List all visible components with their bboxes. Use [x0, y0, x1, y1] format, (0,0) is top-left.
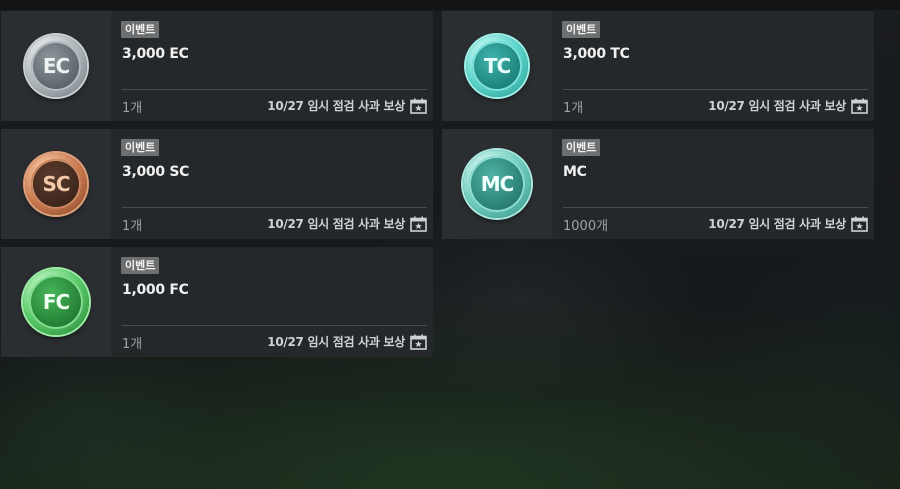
item-source: 10/27 임시 점검 사과 보상 [267, 217, 405, 231]
item-name: 3,000 EC [122, 46, 189, 62]
calendar-star-icon[interactable] [851, 98, 868, 114]
event-tag: 이벤트 [562, 139, 601, 156]
item-name: 3,000 SC [122, 164, 190, 180]
reward-item-ec[interactable]: EC 이벤트 3,000 EC 1개 10/27 임시 점검 사과 보상 [1, 11, 433, 121]
coin-label: EC [42, 54, 70, 78]
item-source: 10/27 임시 점검 사과 보상 [708, 99, 846, 113]
divider [563, 89, 868, 90]
divider [122, 207, 427, 208]
divider [122, 325, 427, 326]
calendar-star-icon[interactable] [851, 216, 868, 232]
sc-coin-icon: SC [25, 153, 87, 215]
event-tag: 이벤트 [121, 21, 160, 38]
event-tag: 이벤트 [121, 139, 160, 156]
calendar-star-icon[interactable] [410, 334, 427, 350]
item-quantity: 1000개 [563, 219, 609, 234]
reward-item-fc[interactable]: FC 이벤트 1,000 FC 1개 10/27 임시 점검 사과 보상 [1, 247, 433, 357]
event-tag: 이벤트 [121, 257, 160, 274]
item-thumbnail: TC [442, 11, 552, 121]
tc-coin-icon: TC [466, 35, 528, 97]
reward-item-sc[interactable]: SC 이벤트 3,000 SC 1개 10/27 임시 점검 사과 보상 [1, 129, 433, 239]
item-name: 3,000 TC [563, 46, 630, 62]
coin-label: FC [42, 290, 70, 314]
calendar-star-icon[interactable] [410, 216, 427, 232]
item-source: 10/27 임시 점검 사과 보상 [267, 335, 405, 349]
item-thumbnail: FC [1, 247, 111, 357]
reward-item-tc[interactable]: TC 이벤트 3,000 TC 1개 10/27 임시 점검 사과 보상 [442, 11, 874, 121]
item-quantity: 1개 [122, 219, 143, 234]
event-tag: 이벤트 [562, 21, 601, 38]
divider [122, 89, 427, 90]
reward-item-mc[interactable]: MC 이벤트 MC 1000개 10/27 임시 점검 사과 보상 [442, 129, 874, 239]
coin-label: MC [480, 172, 515, 196]
mc-coin-icon: MC [463, 150, 531, 218]
coin-label: SC [42, 172, 70, 196]
item-thumbnail: SC [1, 129, 111, 239]
fc-coin-icon: FC [23, 269, 89, 335]
coin-label: TC [483, 54, 511, 78]
top-edge [0, 0, 900, 10]
item-quantity: 1개 [563, 101, 584, 116]
item-source: 10/27 임시 점검 사과 보상 [708, 217, 846, 231]
calendar-star-icon[interactable] [410, 98, 427, 114]
item-name: 1,000 FC [122, 282, 189, 298]
item-quantity: 1개 [122, 101, 143, 116]
item-thumbnail: MC [442, 129, 552, 239]
ec-coin-icon: EC [25, 35, 87, 97]
item-name: MC [563, 164, 587, 180]
divider [563, 207, 868, 208]
item-quantity: 1개 [122, 337, 143, 352]
item-thumbnail: EC [1, 11, 111, 121]
item-source: 10/27 임시 점검 사과 보상 [267, 99, 405, 113]
